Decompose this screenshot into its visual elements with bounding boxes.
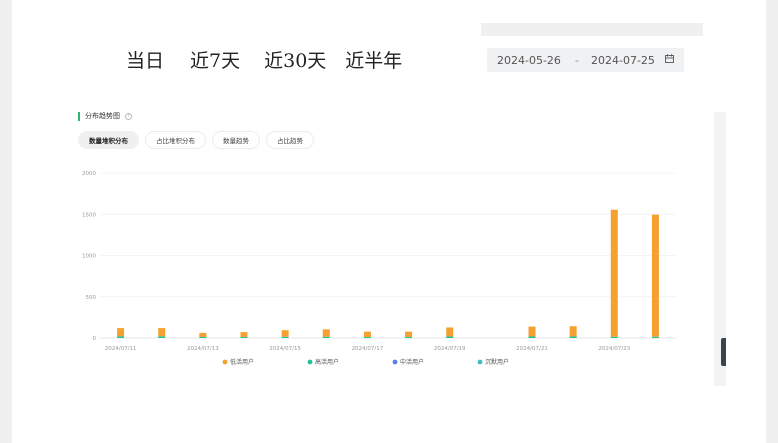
- bar-segment: [281, 336, 289, 338]
- bar-segment: [158, 328, 166, 337]
- distribution-chart: 0 500 1000 1500 2000 2024/07/11 2024/07/13 2024…: [82, 171, 676, 366]
- legend-marker: [307, 359, 313, 365]
- bar-segment: [446, 327, 454, 337]
- bar-segment: [528, 336, 536, 338]
- x-tick-label: 2024/07/21: [516, 346, 548, 352]
- y-tick-label: 500: [86, 295, 97, 301]
- legend-label: 中活用户: [400, 358, 424, 366]
- bar-segment: [446, 336, 454, 338]
- bar-segment: [158, 336, 166, 338]
- bar-segment: [199, 337, 207, 338]
- bar-segment: [322, 329, 330, 337]
- bar-segment: [363, 337, 371, 338]
- y-tick-label: 2000: [82, 171, 96, 177]
- bar-segment: [610, 336, 618, 338]
- y-tick-label: 1500: [82, 212, 96, 218]
- bar-segment: [240, 337, 248, 338]
- bar-segment: [281, 330, 289, 337]
- bar-segment: [610, 209, 618, 337]
- x-tick-label: 2024/07/13: [187, 346, 219, 352]
- x-tick-label: 2024/07/19: [434, 346, 466, 352]
- legend-label: 沉默用户: [485, 358, 509, 366]
- bar-segment: [363, 331, 371, 338]
- bar-segment: [117, 328, 125, 337]
- y-tick-label: 1000: [82, 254, 96, 260]
- x-tick-label: 2024/07/17: [352, 346, 384, 352]
- legend-marker: [392, 359, 398, 365]
- bar-segment: [405, 337, 413, 338]
- side-handle[interactable]: [721, 338, 726, 366]
- legend-marker: [477, 359, 483, 365]
- bar-segment: [322, 336, 330, 338]
- page: 当日 近7天 近30天 近半年 2024-05-26 - 2024-07-25 …: [12, 0, 766, 443]
- bar-segment: [569, 336, 577, 338]
- x-tick-label: 2024/07/23: [598, 346, 630, 352]
- legend-label: 低活用户: [230, 358, 254, 366]
- legend-label: 高活用户: [315, 358, 339, 366]
- x-tick-label: 2024/07/11: [105, 346, 137, 352]
- bar-segment: [651, 336, 659, 338]
- y-tick-label: 0: [93, 336, 97, 342]
- bar-segment: [405, 331, 413, 338]
- bar-segment: [117, 336, 125, 338]
- bar-segment: [651, 214, 659, 337]
- x-tick-label: 2024/07/15: [269, 346, 301, 352]
- legend-marker: [222, 359, 228, 365]
- bar-segment: [569, 326, 577, 337]
- bar-segment: [199, 332, 207, 338]
- bar-segment: [528, 326, 536, 337]
- bar-segment: [240, 332, 248, 338]
